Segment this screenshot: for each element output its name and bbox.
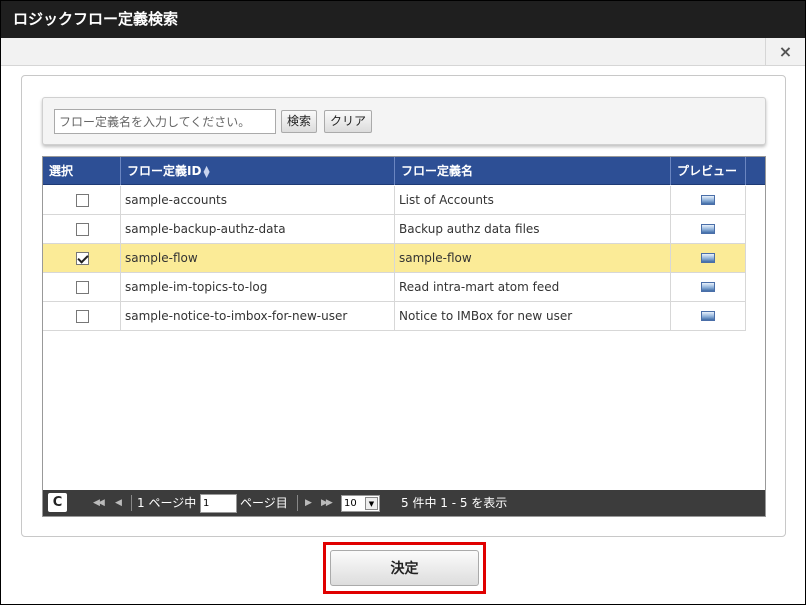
flow-id-cell: sample-im-topics-to-log [121, 273, 395, 301]
select-cell [43, 186, 121, 214]
flow-id-cell: sample-flow [121, 244, 395, 272]
row-checkbox[interactable] [76, 310, 89, 323]
table-row[interactable]: sample-notice-to-imbox-for-new-user Noti… [43, 302, 746, 331]
flow-id-cell: sample-notice-to-imbox-for-new-user [121, 302, 395, 330]
preview-cell [671, 244, 746, 272]
row-checkbox[interactable] [76, 223, 89, 236]
submit-button[interactable]: 決定 [330, 550, 479, 586]
select-cell [43, 244, 121, 272]
search-button[interactable]: 検索 [281, 110, 318, 133]
page-number-input[interactable] [200, 494, 237, 513]
select-cell [43, 302, 121, 330]
first-page-icon[interactable]: ◀◀ [93, 490, 105, 516]
last-page-icon[interactable]: ▶▶ [321, 490, 333, 516]
preview-icon[interactable] [701, 311, 715, 321]
header-select-label: 選択 [49, 164, 74, 178]
search-panel: 検索 クリア 選択 フロー定義ID▲▼ フロー定義名 プレビュー sample-… [21, 75, 786, 537]
prev-page-icon[interactable]: ◀ [115, 490, 122, 516]
flow-name-search-input[interactable] [54, 109, 276, 134]
header-select: 選択 [43, 157, 121, 185]
page-suffix: ページ目 [240, 496, 288, 510]
row-checkbox[interactable] [76, 281, 89, 294]
search-bar: 検索 クリア [42, 97, 766, 145]
pager-divider [297, 495, 298, 511]
flow-name-cell: Read intra-mart atom feed [395, 273, 671, 301]
refresh-icon[interactable]: C [48, 493, 67, 512]
header-preview-label: プレビュー [677, 164, 738, 178]
header-flow-name-label: フロー定義名 [401, 164, 474, 178]
preview-cell [671, 186, 746, 214]
header-preview: プレビュー [671, 157, 746, 185]
next-page-icon[interactable]: ▶ [305, 490, 312, 516]
header-flow-id-label: フロー定義ID [127, 164, 202, 178]
table-row-selected[interactable]: sample-flow sample-flow [43, 244, 746, 273]
select-cell [43, 273, 121, 301]
table-row[interactable]: sample-accounts List of Accounts [43, 186, 746, 215]
record-summary: 5 件中 1 - 5 を表示 [401, 496, 508, 510]
select-cell [43, 215, 121, 243]
preview-cell [671, 273, 746, 301]
table-row[interactable]: sample-backup-authz-data Backup authz da… [43, 215, 746, 244]
row-checkbox[interactable] [76, 194, 89, 207]
preview-icon[interactable] [701, 224, 715, 234]
preview-icon[interactable] [701, 253, 715, 263]
pager: C ◀◀ ◀ 1 ページ中 ページ目 ▶ ▶▶ 10 ▼ 5 件中 1 - 5 … [43, 490, 765, 516]
flow-name-cell: sample-flow [395, 244, 671, 272]
table-header: 選択 フロー定義ID ▲ ▼ フロー定義名 プレビュー [43, 157, 765, 185]
clear-button[interactable]: クリア [324, 110, 373, 133]
flow-table: 選択 フロー定義ID ▲ ▼ フロー定義名 プレビュー sample-account… [42, 156, 766, 517]
sort-icon[interactable]: ▲ ▼ [203, 164, 209, 178]
preview-cell [671, 302, 746, 330]
flow-name-cell: Backup authz data files [395, 215, 671, 243]
preview-cell [671, 215, 746, 243]
preview-icon[interactable] [701, 282, 715, 292]
pager-divider [131, 495, 132, 511]
page-size-select[interactable]: 10 ▼ [341, 495, 380, 512]
table-row[interactable]: sample-im-topics-to-log Read intra-mart … [43, 273, 746, 302]
dialog-title: ロジックフロー定義検索 [1, 1, 805, 38]
flow-name-cell: Notice to IMBox for new user [395, 302, 671, 330]
header-flow-id[interactable]: フロー定義ID ▲ ▼ [121, 157, 395, 185]
logic-flow-search-dialog: ロジックフロー定義検索 × 検索 クリア 選択 フロー定義ID▲▼ フロー定義名… [0, 0, 806, 605]
page-prefix: 1 ページ中 [137, 496, 197, 510]
dialog-toolbar: × [1, 38, 805, 66]
header-flow-name: フロー定義名 [395, 157, 671, 185]
page-size-value: 10 [344, 498, 357, 509]
row-checkbox-checked[interactable] [76, 252, 89, 265]
preview-icon[interactable] [701, 195, 715, 205]
chevron-down-icon: ▼ [365, 497, 378, 510]
flow-name-cell: List of Accounts [395, 186, 671, 214]
submit-highlight: 決定 [323, 542, 486, 594]
flow-id-cell: sample-backup-authz-data [121, 215, 395, 243]
flow-id-cell: sample-accounts [121, 186, 395, 214]
close-icon[interactable]: × [765, 38, 805, 66]
